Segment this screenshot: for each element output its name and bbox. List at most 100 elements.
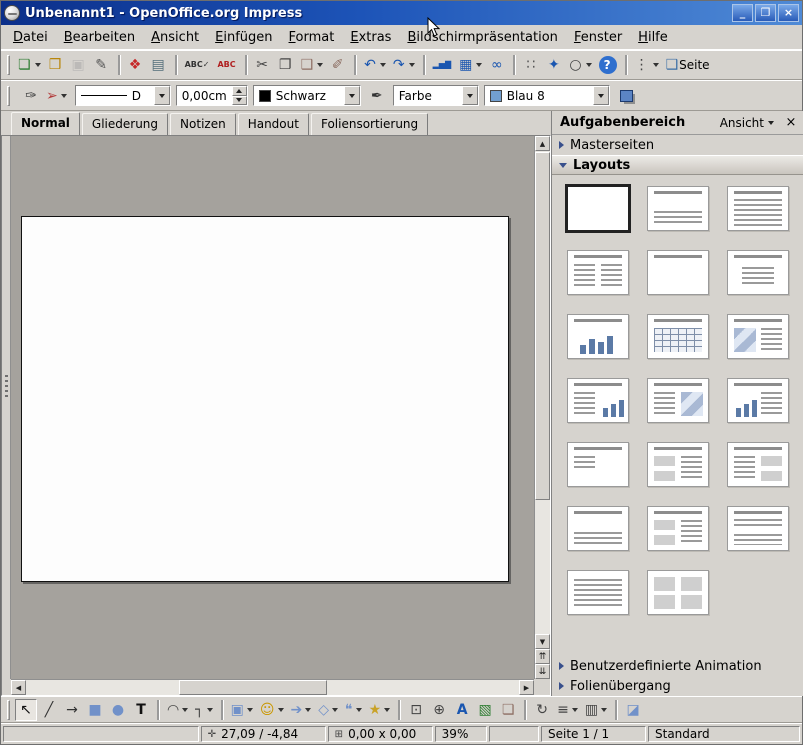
layout-two-content-over-text[interactable] bbox=[647, 506, 709, 551]
ellipse-tool[interactable]: ● bbox=[107, 699, 129, 721]
edit-points-button[interactable]: ✑ bbox=[20, 85, 42, 107]
layout-text-chart[interactable] bbox=[567, 378, 629, 423]
stars-tool[interactable]: ★ bbox=[366, 699, 394, 721]
toolbar-options-button[interactable]: ⋮ bbox=[632, 54, 662, 76]
tab-gliederung[interactable]: Gliederung bbox=[81, 113, 169, 135]
layout-clipart-text[interactable] bbox=[727, 314, 789, 359]
menu-bildschirmpraesentation[interactable]: Bildschirmpräsentation bbox=[399, 27, 566, 48]
section-layouts[interactable]: Layouts bbox=[552, 155, 803, 175]
block-arrows-tool[interactable]: ➔ bbox=[288, 699, 315, 721]
spellcheck-button[interactable]: ABC✓ bbox=[182, 54, 214, 76]
minimize-button[interactable]: _ bbox=[732, 4, 753, 22]
slide-workspace[interactable] bbox=[11, 136, 534, 679]
layout-title-chart[interactable] bbox=[567, 314, 629, 359]
fill-style-button[interactable]: ✒ bbox=[366, 85, 388, 107]
copy-button[interactable]: ❐ bbox=[275, 54, 297, 76]
layout-title-text[interactable] bbox=[647, 186, 709, 231]
menu-extras[interactable]: Extras bbox=[342, 27, 399, 48]
undo-button[interactable]: ↶ bbox=[361, 54, 389, 76]
gallery-tool[interactable]: ❏ bbox=[497, 699, 519, 721]
hyperlink-button[interactable]: ∞ bbox=[486, 54, 508, 76]
menu-fenster[interactable]: Fenster bbox=[566, 27, 630, 48]
toolbar-grip[interactable] bbox=[7, 699, 10, 720]
autospellcheck-button[interactable]: ABC bbox=[214, 54, 239, 76]
titlebar[interactable]: Unbenannt1 - OpenOffice.org Impress _ ❐ × bbox=[1, 1, 802, 25]
fill-type-dropdown-button[interactable] bbox=[461, 86, 478, 105]
text-tool[interactable]: T bbox=[130, 699, 152, 721]
align-tool[interactable]: ≡ bbox=[554, 699, 581, 721]
section-masterseiten[interactable]: Masterseiten bbox=[552, 135, 803, 155]
maximize-button[interactable]: ❐ bbox=[755, 4, 776, 22]
line-style-dropdown-button[interactable] bbox=[153, 86, 170, 105]
fill-type-select[interactable]: Farbe bbox=[392, 85, 479, 106]
fill-color-select[interactable]: Blau 8 bbox=[483, 85, 610, 106]
menu-einfuegen[interactable]: Einfügen bbox=[207, 27, 280, 48]
layout-text-only[interactable] bbox=[567, 570, 629, 615]
slide-canvas[interactable] bbox=[21, 216, 509, 582]
grid-button[interactable]: ∷ bbox=[520, 54, 542, 76]
task-panel-view-menu[interactable]: Ansicht bbox=[716, 114, 778, 132]
rotate-tool[interactable]: ↻ bbox=[531, 699, 553, 721]
basic-shapes-tool[interactable]: ▣ bbox=[228, 699, 256, 721]
arrange-tool[interactable]: ▥ bbox=[582, 699, 610, 721]
format-paintbrush-button[interactable]: ✐ bbox=[327, 54, 349, 76]
edit-points-tool[interactable]: ⊡ bbox=[405, 699, 427, 721]
section-folienuebergang[interactable]: Folienübergang bbox=[552, 676, 803, 696]
zoom-button[interactable]: ○ bbox=[566, 54, 594, 76]
menu-bearbeiten[interactable]: Bearbeiten bbox=[56, 27, 143, 48]
status-style-cell[interactable]: Standard bbox=[648, 726, 800, 742]
menu-format[interactable]: Format bbox=[281, 27, 343, 48]
scroll-down-button[interactable]: ▼ bbox=[535, 634, 550, 649]
layout-title-table[interactable] bbox=[647, 314, 709, 359]
layout-text-two-content[interactable] bbox=[727, 442, 789, 487]
vertical-scroll-thumb[interactable] bbox=[535, 152, 550, 500]
layout-two-lists[interactable] bbox=[567, 250, 629, 295]
tab-normal[interactable]: Normal bbox=[11, 112, 80, 135]
paste-button[interactable]: ❑ bbox=[298, 54, 327, 76]
layout-text-over-text[interactable] bbox=[567, 506, 629, 551]
layout-centered-text[interactable] bbox=[727, 250, 789, 295]
line-color-dropdown-button[interactable] bbox=[343, 86, 360, 105]
layout-blank[interactable] bbox=[565, 184, 631, 233]
new-document-button[interactable]: ❏ bbox=[15, 54, 44, 76]
line-tool[interactable]: ╱ bbox=[38, 699, 60, 721]
tab-notizen[interactable]: Notizen bbox=[170, 113, 236, 135]
layout-title-list[interactable] bbox=[727, 186, 789, 231]
line-width-increase-button[interactable] bbox=[231, 86, 247, 96]
menu-hilfe[interactable]: Hilfe bbox=[630, 27, 676, 48]
select-tool[interactable]: ↖ bbox=[15, 698, 37, 721]
arrow-tool[interactable]: → bbox=[61, 699, 83, 721]
symbol-shapes-tool[interactable]: ☺ bbox=[257, 699, 287, 721]
shadow-button[interactable] bbox=[615, 85, 639, 107]
table-button[interactable]: ▦ bbox=[456, 54, 485, 76]
connector-tool[interactable]: ┐ bbox=[192, 699, 215, 721]
export-pdf-button[interactable]: ❖ bbox=[125, 54, 147, 76]
layout-text[interactable] bbox=[567, 442, 629, 487]
close-button[interactable]: × bbox=[778, 4, 799, 22]
redo-button[interactable]: ↷ bbox=[390, 54, 418, 76]
glue-points-tool[interactable]: ⊕ bbox=[428, 699, 450, 721]
arrow-style-button[interactable]: ➢ bbox=[43, 85, 70, 107]
fill-color-dropdown-button[interactable] bbox=[592, 86, 609, 105]
print-button[interactable]: ▤ bbox=[148, 54, 170, 76]
navigator-button[interactable]: ✦ bbox=[543, 54, 565, 76]
cut-button[interactable]: ✂ bbox=[252, 54, 274, 76]
edit-file-button[interactable]: ✎ bbox=[91, 54, 113, 76]
tab-foliensortierung[interactable]: Foliensortierung bbox=[310, 113, 429, 135]
menu-datei[interactable]: Datei bbox=[5, 27, 56, 48]
layout-four-content[interactable] bbox=[647, 570, 709, 615]
pane-splitter[interactable] bbox=[2, 136, 11, 679]
next-slide-button[interactable]: ⇊ bbox=[535, 664, 550, 679]
scroll-right-button[interactable]: ▶ bbox=[519, 680, 534, 695]
status-zoom-cell[interactable]: 39% bbox=[434, 726, 487, 742]
extrusion-tool[interactable]: ◪ bbox=[622, 699, 644, 721]
layout-chart-text[interactable] bbox=[727, 378, 789, 423]
vertical-scroll-track[interactable] bbox=[535, 151, 550, 634]
from-file-tool[interactable]: ▧ bbox=[474, 699, 496, 721]
line-width-decrease-button[interactable] bbox=[231, 95, 247, 105]
callouts-tool[interactable]: ❝ bbox=[342, 699, 365, 721]
line-color-select[interactable]: Schwarz bbox=[252, 85, 361, 106]
chart-button[interactable]: ▂▅▇ bbox=[430, 54, 455, 76]
fontwork-tool[interactable]: A bbox=[451, 699, 473, 721]
page-button[interactable]: ❑ Seite bbox=[663, 54, 713, 76]
